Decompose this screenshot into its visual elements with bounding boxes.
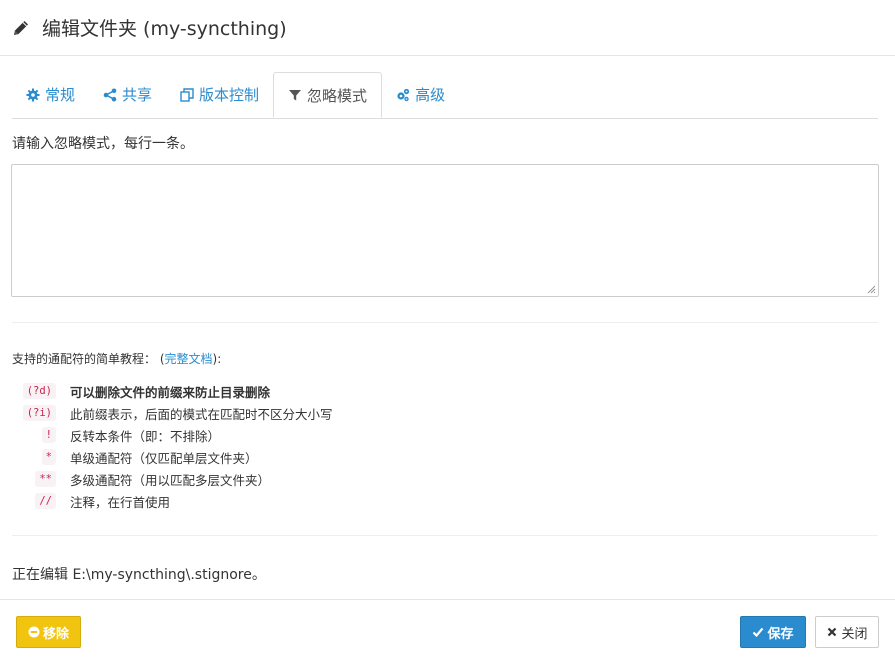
versions-icon — [180, 87, 194, 102]
wildcard-help-text: 支持的通配符的简单教程： — [12, 352, 157, 366]
filter-icon — [289, 90, 302, 101]
tab-general[interactable]: 常规 — [12, 72, 89, 117]
tab-versioning[interactable]: 版本控制 — [166, 72, 273, 117]
rule-description: 单级通配符（仅匹配单层文件夹） — [70, 450, 258, 466]
tab-bar: 常规 共享 版本控制 忽略模式 高级 — [12, 72, 878, 119]
ignore-prompt: 请输入忽略模式，每行一条。 — [12, 136, 194, 152]
divider — [12, 535, 878, 536]
pencil-icon — [14, 20, 28, 35]
save-button-label: 保存 — [767, 626, 794, 642]
rule-code: ** — [35, 471, 56, 487]
gears-icon — [397, 88, 410, 101]
rule-description: 多级通配符（用以匹配多层文件夹） — [70, 472, 271, 488]
full-documentation-link[interactable]: 完整文档 — [165, 352, 213, 366]
tab-general-label: 常规 — [45, 86, 76, 104]
rule-item: * 单级通配符（仅匹配单层文件夹） — [12, 446, 333, 468]
modal-footer: 移除 保存 关闭 — [0, 599, 895, 663]
rule-code: (?i) — [22, 405, 56, 421]
rule-description: 此前缀表示，后面的模式在匹配时不区分大小写 — [70, 406, 333, 422]
resize-grip-icon[interactable] — [867, 285, 876, 294]
gear-icon — [26, 88, 40, 101]
rule-description: 反转本条件（即：不排除） — [70, 428, 221, 444]
rule-description: 注释，在行首使用 — [70, 494, 171, 510]
doc-link-close: ): — [212, 352, 222, 366]
modal-title: 编辑文件夹 (my-syncthing) — [42, 18, 287, 40]
rule-item: // 注释，在行首使用 — [12, 490, 333, 512]
rule-item: ** 多级通配符（用以匹配多层文件夹） — [12, 468, 333, 490]
rule-item: (?i) 此前缀表示，后面的模式在匹配时不区分大小写 — [12, 402, 333, 424]
rule-code: // — [35, 493, 56, 509]
divider — [12, 322, 878, 323]
tab-advanced[interactable]: 高级 — [382, 72, 459, 117]
editing-path: 正在编辑 E:\my-syncthing\.stignore。 — [12, 567, 266, 583]
ignore-patterns-textarea[interactable] — [11, 164, 879, 297]
tab-advanced-label: 高级 — [415, 86, 446, 104]
modal-header: 编辑文件夹 (my-syncthing) — [0, 0, 895, 56]
remove-button-label: 移除 — [42, 626, 69, 642]
wildcard-rules-list: (?d) 可以删除文件的前缀来防止目录删除 (?i) 此前缀表示，后面的模式在匹… — [12, 380, 333, 512]
save-button[interactable]: 保存 — [740, 616, 806, 648]
close-button[interactable]: 关闭 — [815, 616, 879, 648]
tab-ignore-patterns-label: 忽略模式 — [307, 86, 368, 105]
remove-button[interactable]: 移除 — [16, 616, 81, 648]
tab-sharing[interactable]: 共享 — [89, 72, 166, 117]
rule-item: (?d) 可以删除文件的前缀来防止目录删除 — [12, 380, 333, 402]
tab-sharing-label: 共享 — [122, 86, 153, 104]
close-icon — [828, 627, 837, 637]
check-icon — [753, 627, 764, 638]
share-icon — [103, 88, 117, 101]
tab-versioning-label: 版本控制 — [199, 86, 260, 104]
close-button-label: 关闭 — [841, 626, 868, 642]
rule-code: (?d) — [22, 383, 56, 399]
minus-circle-icon — [28, 626, 40, 638]
wildcard-help-intro: 支持的通配符的简单教程： (完整文档): — [12, 350, 221, 367]
rule-item: ! 反转本条件（即：不排除） — [12, 424, 333, 446]
rule-description: 可以删除文件的前缀来防止目录删除 — [70, 384, 271, 400]
rule-code: ! — [41, 427, 56, 443]
rule-code: * — [41, 449, 56, 465]
tab-ignore-patterns[interactable]: 忽略模式 — [273, 72, 383, 118]
